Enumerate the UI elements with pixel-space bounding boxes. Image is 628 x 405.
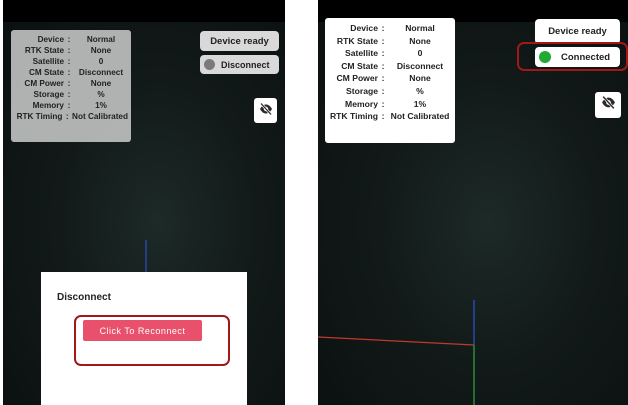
status-row-rtk-timing: RTK Timing: Not Calibrated <box>328 110 452 123</box>
x-axis-line <box>318 336 475 346</box>
status-value: None <box>409 73 431 84</box>
connection-status-label: Disconnect <box>221 59 270 70</box>
eye-off-icon <box>259 102 273 120</box>
status-value: Not Calibrated <box>390 111 450 122</box>
status-row-device: Device: Normal <box>328 22 452 35</box>
status-row-cm-power: CM Power: None <box>328 72 452 85</box>
status-label: Satellite <box>345 48 378 59</box>
status-value: None <box>90 79 112 88</box>
status-value: None <box>409 35 431 46</box>
screen-connected: Device: Normal RTK State: None Satellite: 0… <box>318 0 628 405</box>
toggle-visibility-button[interactable] <box>595 92 621 118</box>
status-label: Storage <box>346 85 378 96</box>
status-value: Disconnect <box>396 60 444 71</box>
status-label: CM State <box>341 60 378 71</box>
status-colon: : <box>381 111 385 122</box>
status-value: % <box>416 85 424 96</box>
status-value: 0 <box>417 48 423 59</box>
status-colon: : <box>67 57 71 66</box>
toggle-visibility-button[interactable] <box>254 98 277 123</box>
status-row-cm-power: CM Power: None <box>14 78 128 89</box>
status-row-cm-state: CM State: Disconnect <box>328 60 452 73</box>
connection-status-dot <box>204 59 215 70</box>
status-label: RTK Timing <box>329 111 378 122</box>
status-row-rtk-timing: RTK Timing: Not Calibrated <box>14 111 128 122</box>
dialog-title: Disconnect <box>57 292 111 303</box>
connection-status-button[interactable]: Disconnect <box>200 55 279 74</box>
status-label: Satellite <box>32 57 64 66</box>
status-label: Memory <box>32 101 64 110</box>
status-row-storage: Storage:% <box>328 85 452 98</box>
status-colon: : <box>381 35 385 46</box>
status-colon: : <box>381 85 385 96</box>
status-value: 1% <box>413 98 427 109</box>
status-label: RTK State <box>24 46 64 55</box>
highlight-annotation <box>74 315 230 366</box>
status-row-cm-state: CM State: Disconnect <box>14 67 128 78</box>
device-ready-button[interactable]: Device ready <box>200 31 279 51</box>
status-row-memory: Memory: 1% <box>14 100 128 111</box>
status-row-memory: Memory: 1% <box>328 98 452 111</box>
status-label: Memory <box>345 98 378 109</box>
status-colon: : <box>65 112 69 121</box>
status-label: RTK Timing <box>16 112 63 121</box>
status-label: Storage <box>33 90 64 99</box>
status-value: 0 <box>98 57 104 66</box>
status-colon: : <box>381 73 385 84</box>
device-status-panel: Device: Normal RTK State: None Satellite: 0… <box>325 18 455 143</box>
status-label: CM State <box>28 68 64 77</box>
status-value: Disconnect <box>78 68 124 77</box>
status-value: % <box>97 90 105 99</box>
status-value: Normal <box>86 35 116 44</box>
device-ready-button[interactable]: Device ready <box>535 19 620 44</box>
status-label: CM Power <box>24 79 64 88</box>
status-row-device: Device: Normal <box>14 34 128 45</box>
device-status-panel: Device: Normal RTK State: None Satellite: 0… <box>11 30 131 142</box>
status-label: Device <box>37 35 64 44</box>
status-label: CM Power <box>336 73 378 84</box>
status-value: Not Calibrated <box>72 112 128 121</box>
status-row-rtk-state: RTK State: None <box>328 35 452 48</box>
status-row-satellite: Satellite: 0 <box>14 56 128 67</box>
status-colon: : <box>67 79 71 88</box>
status-value: None <box>90 46 112 55</box>
status-colon: : <box>67 90 71 99</box>
eye-off-icon <box>601 95 616 114</box>
status-label: Device <box>350 23 378 33</box>
highlight-annotation <box>517 42 628 71</box>
status-colon: : <box>67 68 71 77</box>
status-colon: : <box>67 46 71 55</box>
status-row-storage: Storage:% <box>14 89 128 100</box>
status-colon: : <box>67 101 71 110</box>
status-colon: : <box>381 23 385 33</box>
status-colon: : <box>381 48 385 59</box>
status-value: 1% <box>95 101 107 110</box>
status-row-satellite: Satellite: 0 <box>328 47 452 60</box>
screen-disconnected: Device: Normal RTK State: None Satellite: 0… <box>3 0 285 405</box>
status-row-rtk-state: RTK State: None <box>14 45 128 56</box>
status-value: Normal <box>405 23 435 33</box>
status-label: RTK State <box>336 35 378 46</box>
status-colon: : <box>381 98 385 109</box>
status-colon: : <box>67 35 71 44</box>
status-colon: : <box>381 60 385 71</box>
